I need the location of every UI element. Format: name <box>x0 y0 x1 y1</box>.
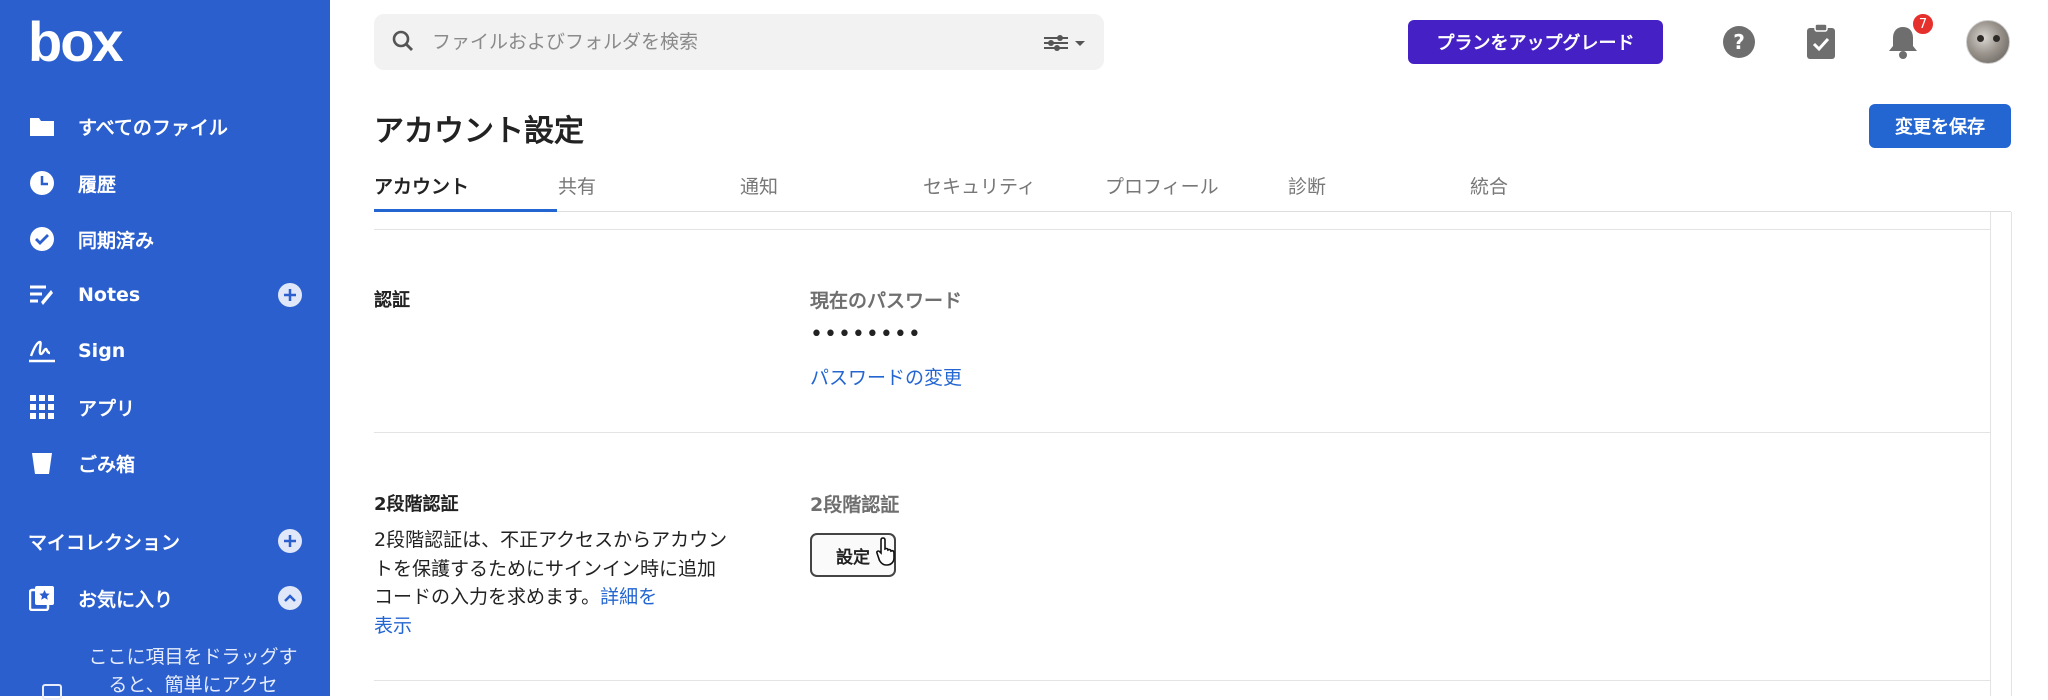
pointer-cursor-icon <box>876 536 900 570</box>
section-divider <box>374 680 1991 681</box>
check-circle-icon <box>28 225 56 253</box>
current-password-label: 現在のパスワード <box>810 290 963 312</box>
search-input[interactable] <box>432 24 992 60</box>
tab-account[interactable]: アカウント <box>374 172 469 199</box>
sidebar-section-my-collections[interactable]: マイコレクション <box>0 517 330 565</box>
two-factor-field-label: 2段階認証 <box>810 494 900 516</box>
sidebar-item-favorites[interactable]: お気に入り <box>0 574 330 622</box>
search-bar[interactable] <box>374 14 1104 70</box>
drop-target-icon <box>42 684 62 700</box>
tab-profile[interactable]: プロフィール <box>1105 172 1219 199</box>
tab-notifications[interactable]: 通知 <box>740 172 778 199</box>
trash-icon <box>28 449 56 477</box>
folder-icon <box>28 112 56 140</box>
sidebar-item-notes[interactable]: Notes <box>0 271 330 319</box>
sidebar-item-history[interactable]: 履歴 <box>0 159 330 207</box>
save-changes-button[interactable]: 変更を保存 <box>1869 104 2011 148</box>
sidebar-item-all-files[interactable]: すべてのファイル <box>0 102 330 150</box>
box-logo[interactable]: box <box>28 14 124 70</box>
content-scrollbar[interactable] <box>1990 212 2012 696</box>
sidebar-item-sign[interactable]: Sign <box>0 327 330 375</box>
two-factor-description: 2段階認証は、不正アクセスからアカウントを保護するためにサインイン時に追加コード… <box>374 526 734 640</box>
notification-count-badge: 7 <box>1911 12 1935 36</box>
sidebar-item-trash[interactable]: ごみ箱 <box>0 439 330 487</box>
sign-icon <box>28 337 56 365</box>
upgrade-plan-button[interactable]: プランをアップグレード <box>1408 20 1663 64</box>
add-collection-button[interactable] <box>278 529 302 553</box>
tab-diagnostics[interactable]: 診断 <box>1288 172 1326 199</box>
clock-icon <box>28 169 56 197</box>
tasks-clipboard-icon[interactable] <box>1801 22 1841 62</box>
section-label: マイコレクション <box>28 531 181 554</box>
sidebar-item-label: Notes <box>78 284 141 306</box>
sidebar-item-synced[interactable]: 同期済み <box>0 215 330 263</box>
sidebar-item-label: ごみ箱 <box>78 453 136 476</box>
password-mask: •••••••• <box>810 322 922 347</box>
notes-icon <box>28 281 56 309</box>
auth-section-title: 認証 <box>374 290 410 311</box>
help-icon[interactable]: ? <box>1719 22 1759 62</box>
sidebar-item-label: 履歴 <box>78 173 117 196</box>
collapse-favorites-button[interactable] <box>278 586 302 610</box>
section-divider <box>374 432 1991 433</box>
sidebar: box すべてのファイル 履歴 同期済み Notes Sign アプリ ごみ箱 … <box>0 0 330 700</box>
two-factor-description-text: 2段階認証は、不正アクセスからアカウントを保護するためにサインイン時に追加コード… <box>374 529 728 608</box>
user-avatar[interactable] <box>1966 20 2010 64</box>
settings-tabs: アカウント 共有 通知 セキュリティ プロフィール 診断 統合 <box>374 160 2011 212</box>
change-password-link[interactable]: パスワードの変更 <box>810 363 962 390</box>
section-divider <box>374 229 1991 230</box>
add-note-button[interactable] <box>278 283 302 307</box>
tab-integrations[interactable]: 統合 <box>1470 172 1508 199</box>
svg-text:?: ? <box>1733 30 1745 54</box>
favorites-drag-hint: ここに項目をドラッグすると、簡単にアクセ <box>88 646 298 696</box>
sidebar-item-label: お気に入り <box>78 588 174 611</box>
sidebar-item-label: 同期済み <box>78 229 155 252</box>
search-filter-icon[interactable] <box>1042 32 1088 54</box>
apps-grid-icon <box>28 393 56 421</box>
sidebar-item-apps[interactable]: アプリ <box>0 383 330 431</box>
tab-security[interactable]: セキュリティ <box>923 172 1036 199</box>
two-factor-section-title: 2段階認証 <box>374 494 459 515</box>
page-title: アカウント設定 <box>374 114 584 149</box>
sidebar-item-label: すべてのファイル <box>78 116 228 139</box>
tab-sharing[interactable]: 共有 <box>558 172 596 199</box>
sidebar-item-label: アプリ <box>78 397 136 420</box>
search-icon <box>392 30 414 56</box>
sidebar-item-label: Sign <box>78 340 126 362</box>
favorites-icon <box>28 584 56 612</box>
active-tab-indicator <box>374 209 557 212</box>
